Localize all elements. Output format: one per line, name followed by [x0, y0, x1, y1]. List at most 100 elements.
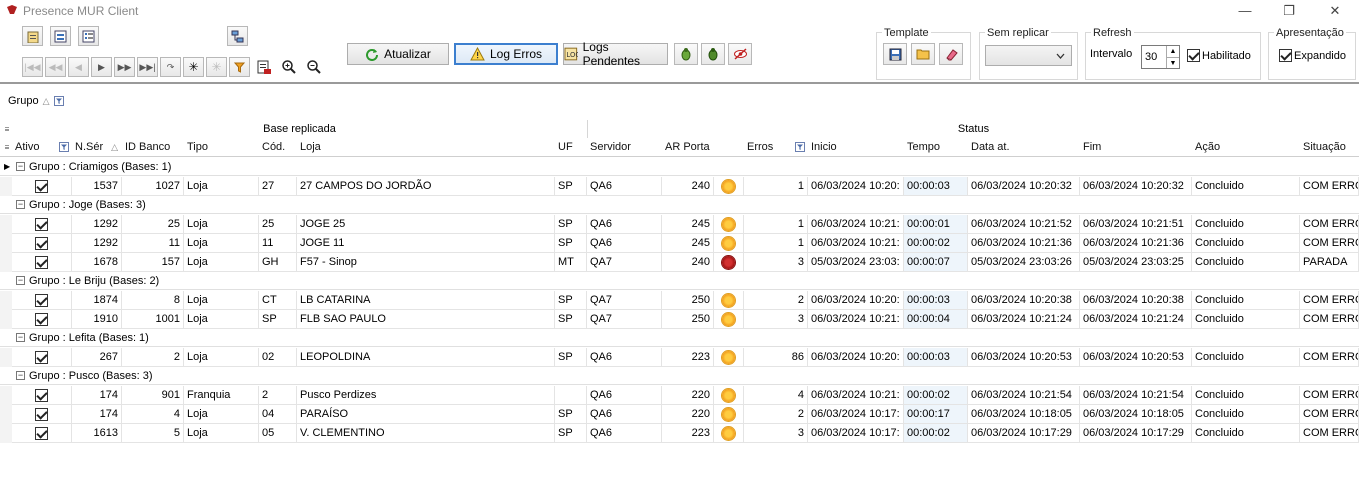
- table-row[interactable]: 1537 1027 Loja 27 27 CAMPOS DO JORDÃO SP QA6 24…: [0, 177, 1359, 196]
- intervalo-stepper[interactable]: 30 ▲ ▼: [1141, 45, 1180, 69]
- window-list-icon[interactable]: [50, 26, 71, 46]
- details-list-icon[interactable]: [78, 26, 99, 46]
- group-row[interactable]: − Grupo : Lefita (Bases: 1): [0, 329, 1359, 347]
- column-header-tempo[interactable]: Tempo: [904, 138, 968, 156]
- log-erros-button[interactable]: Log Erros: [454, 43, 558, 65]
- ativo-checkbox[interactable]: [35, 179, 48, 193]
- habilitado-checkbox[interactable]: [1187, 49, 1200, 62]
- collapse-group-icon[interactable]: −: [16, 371, 25, 380]
- table-row[interactable]: 1292 25 Loja 25 JOGE 25 SP QA6 245 1 06/03/2024 1…: [0, 215, 1359, 234]
- save-template-button[interactable]: [883, 43, 907, 65]
- ativo-checkbox[interactable]: [35, 350, 48, 364]
- atualizar-button[interactable]: Atualizar: [347, 43, 449, 65]
- column-header-erros[interactable]: Erros: [744, 138, 808, 156]
- prev-page-icon[interactable]: ◀◀: [45, 57, 66, 77]
- table-row[interactable]: 1874 8 Loja CT LB CATARINA SP QA7 250 2 06/03/202…: [0, 291, 1359, 310]
- column-header-dataat[interactable]: Data at.: [968, 138, 1080, 156]
- table-row[interactable]: 267 2 Loja 02 LEOPOLDINA SP QA6 223 86 06/03/2024…: [0, 348, 1359, 367]
- column-header-inicio[interactable]: Inicio: [808, 138, 904, 156]
- export-grid-icon[interactable]: [254, 57, 274, 77]
- stepper-down-icon[interactable]: ▼: [1166, 57, 1179, 68]
- first-page-icon[interactable]: |◀◀: [22, 57, 43, 77]
- ativo-checkbox[interactable]: [35, 293, 48, 307]
- group-by-chip[interactable]: Grupo △: [4, 92, 68, 110]
- logs-pendentes-button[interactable]: LOG Logs Pendentes: [563, 40, 668, 68]
- intervalo-value: 30: [1145, 51, 1158, 63]
- table-row[interactable]: 1910 1001 Loja SP FLB SAO PAULO SP QA7 250 3 06/0…: [0, 310, 1359, 329]
- uf-cell: SP: [555, 234, 587, 253]
- eye-hidden-icon: [733, 48, 747, 60]
- bug-green-button[interactable]: [674, 43, 698, 65]
- column-header-ativo[interactable]: Ativo: [12, 138, 72, 156]
- last-page-icon[interactable]: ▶▶|: [137, 57, 158, 77]
- group-row[interactable]: − Grupo : Pusco (Bases: 3): [0, 367, 1359, 385]
- tempo-cell: 00:00:07: [904, 253, 968, 272]
- filter-icon[interactable]: [229, 57, 250, 77]
- template-label: Template: [882, 27, 931, 39]
- ativo-checkbox[interactable]: [35, 236, 48, 250]
- column-header-acao[interactable]: Ação: [1192, 138, 1300, 156]
- ativo-checkbox[interactable]: [35, 255, 48, 269]
- table-row[interactable]: 1678 157 Loja GH F57 - Sinop MT QA7 240 3 05/03/2…: [0, 253, 1359, 272]
- minimize-button[interactable]: —: [1230, 2, 1260, 20]
- uf-cell: [555, 386, 587, 405]
- filter-icon[interactable]: [795, 142, 805, 152]
- tree-structure-icon[interactable]: [227, 26, 248, 46]
- column-header-cod[interactable]: Cód.: [259, 138, 297, 156]
- next-page-icon[interactable]: ▶▶: [114, 57, 135, 77]
- erros-cell: 4: [744, 386, 808, 405]
- zoom-out-icon[interactable]: [304, 57, 324, 77]
- prev-record-icon[interactable]: ◀: [68, 57, 89, 77]
- sem-replicar-select[interactable]: [985, 45, 1072, 66]
- next-record-icon[interactable]: ▶: [91, 57, 112, 77]
- expandido-checkbox[interactable]: [1279, 49, 1292, 62]
- ativo-checkbox[interactable]: [35, 388, 48, 402]
- column-header-servidor[interactable]: Servidor: [587, 138, 662, 156]
- bug-dark-button[interactable]: [701, 43, 725, 65]
- column-header-fim[interactable]: Fim: [1080, 138, 1192, 156]
- column-header-loja[interactable]: Loja: [297, 138, 555, 156]
- column-chooser-icon[interactable]: [2, 120, 12, 138]
- table-row[interactable]: 1613 5 Loja 05 V. CLEMENTINO SP QA6 223 3 06/03/2…: [0, 424, 1359, 443]
- clipboard-icon[interactable]: [22, 26, 43, 46]
- table-row[interactable]: 1292 11 Loja 11 JOGE 11 SP QA6 245 1 06/03/2024 1…: [0, 234, 1359, 253]
- column-header-idbanco[interactable]: ID Banco: [122, 138, 184, 156]
- column-chooser-icon[interactable]: [2, 138, 12, 156]
- group-row[interactable]: − Grupo : Le Briju (Bases: 2): [0, 272, 1359, 290]
- idbanco-cell: 157: [122, 253, 184, 272]
- group-row[interactable]: ▶ − Grupo : Criamigos (Bases: 1): [0, 158, 1359, 176]
- hide-button[interactable]: [728, 43, 752, 65]
- refresh-record-icon[interactable]: ↷: [160, 57, 181, 77]
- collapse-group-icon[interactable]: −: [16, 200, 25, 209]
- close-button[interactable]: ✕: [1320, 2, 1350, 20]
- column-header-nser[interactable]: N.Sér △: [72, 138, 122, 156]
- stepper-up-icon[interactable]: ▲: [1166, 46, 1179, 57]
- insert-record-icon[interactable]: ✳: [183, 57, 204, 77]
- column-header-situacao[interactable]: Situação: [1300, 138, 1359, 156]
- filter-icon[interactable]: [59, 142, 69, 152]
- group-row[interactable]: − Grupo : Joge (Bases: 3): [0, 196, 1359, 214]
- ativo-checkbox[interactable]: [35, 217, 48, 231]
- collapse-group-icon[interactable]: −: [16, 333, 25, 342]
- filter-icon[interactable]: [53, 96, 64, 106]
- column-header-status-icon[interactable]: [714, 138, 744, 156]
- collapse-group-icon[interactable]: −: [16, 162, 25, 171]
- column-header-arporta[interactable]: AR Porta: [662, 138, 714, 156]
- maximize-button[interactable]: ❐: [1274, 2, 1304, 20]
- zoom-in-icon[interactable]: [279, 57, 299, 77]
- collapse-group-icon[interactable]: −: [16, 276, 25, 285]
- ativo-checkbox[interactable]: [35, 426, 48, 440]
- ativo-checkbox[interactable]: [35, 407, 48, 421]
- clear-template-button[interactable]: [939, 43, 963, 65]
- open-template-button[interactable]: [911, 43, 935, 65]
- fim-cell: 06/03/2024 10:18:05: [1080, 405, 1192, 424]
- cod-cell: 25: [259, 215, 297, 234]
- table-row[interactable]: 174 901 Franquia 2 Pusco Perdizes QA6 220 4 06/0…: [0, 386, 1359, 405]
- dataat-cell: 06/03/2024 10:21:52: [968, 215, 1080, 234]
- table-row[interactable]: 174 4 Loja 04 PARAÍSO SP QA6 220 2 06/03/2024 10:…: [0, 405, 1359, 424]
- ativo-checkbox[interactable]: [35, 312, 48, 326]
- refresh-icon: [366, 49, 379, 61]
- delete-record-icon[interactable]: ✳: [206, 57, 227, 77]
- column-header-tipo[interactable]: Tipo: [184, 138, 259, 156]
- column-header-uf[interactable]: UF: [555, 138, 587, 156]
